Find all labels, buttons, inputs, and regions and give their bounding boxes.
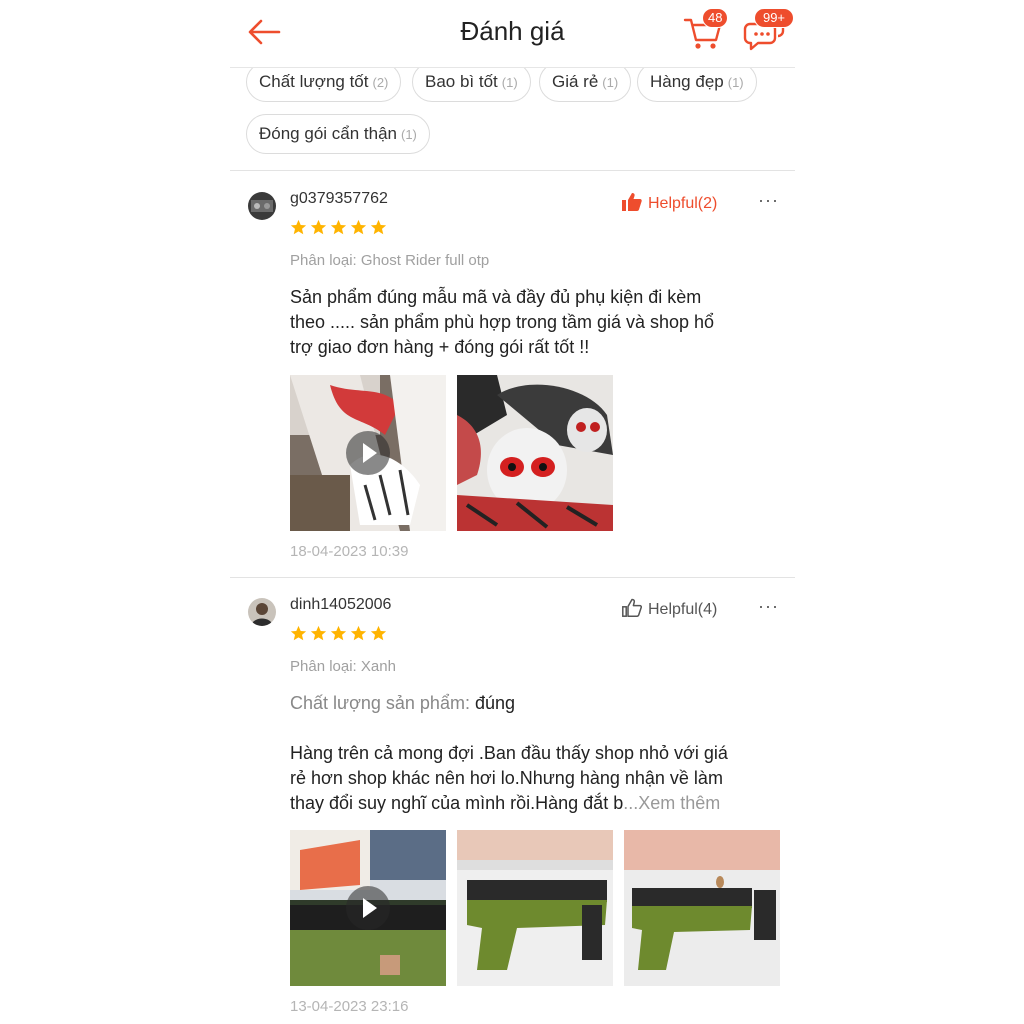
star-rating [290,219,387,236]
thumbs-up-icon [622,192,642,216]
review-text: Sản phẩm đúng mẫu mã và đầy đủ phụ kiện … [290,287,715,357]
review-media [290,375,613,531]
star-icon [290,219,307,235]
more-options-icon[interactable]: ··· [758,596,779,617]
divider [230,577,795,578]
star-icon [370,219,387,235]
filter-chip-dong-goi-can-than[interactable]: Đóng gói cẩn thận (1) [246,114,430,154]
review-text: Chất lượng sản phẩm: đúng Hàng trên cả m… [290,691,780,816]
reviewer-username[interactable]: dinh14052006 [290,596,391,614]
review-video-thumbnail[interactable] [290,830,446,986]
play-icon [346,886,390,930]
thumbs-up-icon [622,598,643,622]
star-icon [350,219,367,235]
see-more-link[interactable]: ...Xem thêm [623,793,720,813]
avatar[interactable] [248,598,276,626]
star-icon [290,625,307,641]
star-icon [310,219,327,235]
review-date: 13-04-2023 23:16 [290,998,409,1015]
quality-line: Chất lượng sản phẩm: đúng [290,693,516,713]
reviewer-username[interactable]: g0379357762 [290,190,388,208]
reviews-screen: Đánh giá 48 99+ Chất lượng tốt (2) Bao bì… [230,0,795,1024]
filter-chip-gia-re[interactable]: Giá rẻ (1) [539,62,632,102]
helpful-button[interactable]: Helpful(4) [622,598,717,622]
review-media [290,830,780,986]
filter-chip-bao-bi-tot[interactable]: Bao bì tốt (1) [412,62,531,102]
review-image-thumbnail[interactable] [457,830,613,986]
avatar[interactable] [248,192,276,220]
top-bar: Đánh giá 48 99+ [230,0,795,68]
review-date: 18-04-2023 10:39 [290,543,409,560]
star-rating [290,625,387,642]
play-icon [346,431,390,475]
divider [230,170,795,171]
review-video-thumbnail[interactable] [290,375,446,531]
star-icon [310,625,327,641]
review-image-thumbnail[interactable] [457,375,613,531]
cart-count-badge: 48 [702,8,729,28]
product-variant: Phân loại: Xanh [290,658,396,675]
filter-chip-hang-dep[interactable]: Hàng đẹp (1) [637,62,757,102]
filter-chip-chat-luong-tot[interactable]: Chất lượng tốt (2) [246,62,402,102]
helpful-button[interactable]: Helpful(2) [622,192,717,216]
star-icon [330,219,347,235]
product-variant: Phân loại: Ghost Rider full otp [290,252,490,269]
star-icon [370,625,387,641]
star-icon [330,625,347,641]
star-icon [350,625,367,641]
chat-count-badge: 99+ [754,8,794,28]
more-options-icon[interactable]: ··· [758,190,779,211]
review-image-thumbnail[interactable] [624,830,780,986]
